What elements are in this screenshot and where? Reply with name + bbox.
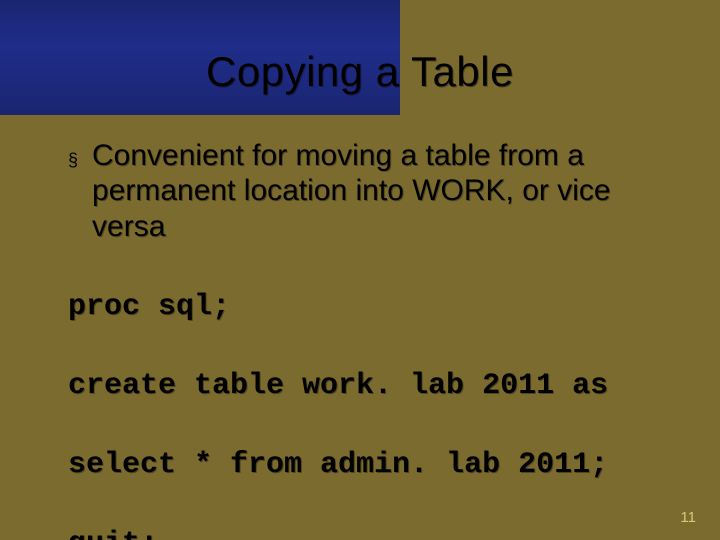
page-number: 11 bbox=[680, 509, 696, 526]
slide-title: Copying a Table bbox=[0, 48, 720, 96]
bullet-item: § Convenient for moving a table from a p… bbox=[68, 138, 660, 244]
slide-content: § Convenient for moving a table from a p… bbox=[68, 138, 660, 540]
code-line: create table work. lab 2011 as bbox=[68, 367, 660, 407]
bullet-marker-icon: § bbox=[68, 142, 78, 178]
code-line: select * from admin. lab 2011; bbox=[68, 446, 660, 486]
code-line: proc sql; bbox=[68, 288, 660, 328]
code-line: quit; bbox=[68, 525, 660, 540]
bullet-text: Convenient for moving a table from a per… bbox=[92, 138, 660, 244]
code-block: proc sql; create table work. lab 2011 as… bbox=[68, 248, 660, 540]
